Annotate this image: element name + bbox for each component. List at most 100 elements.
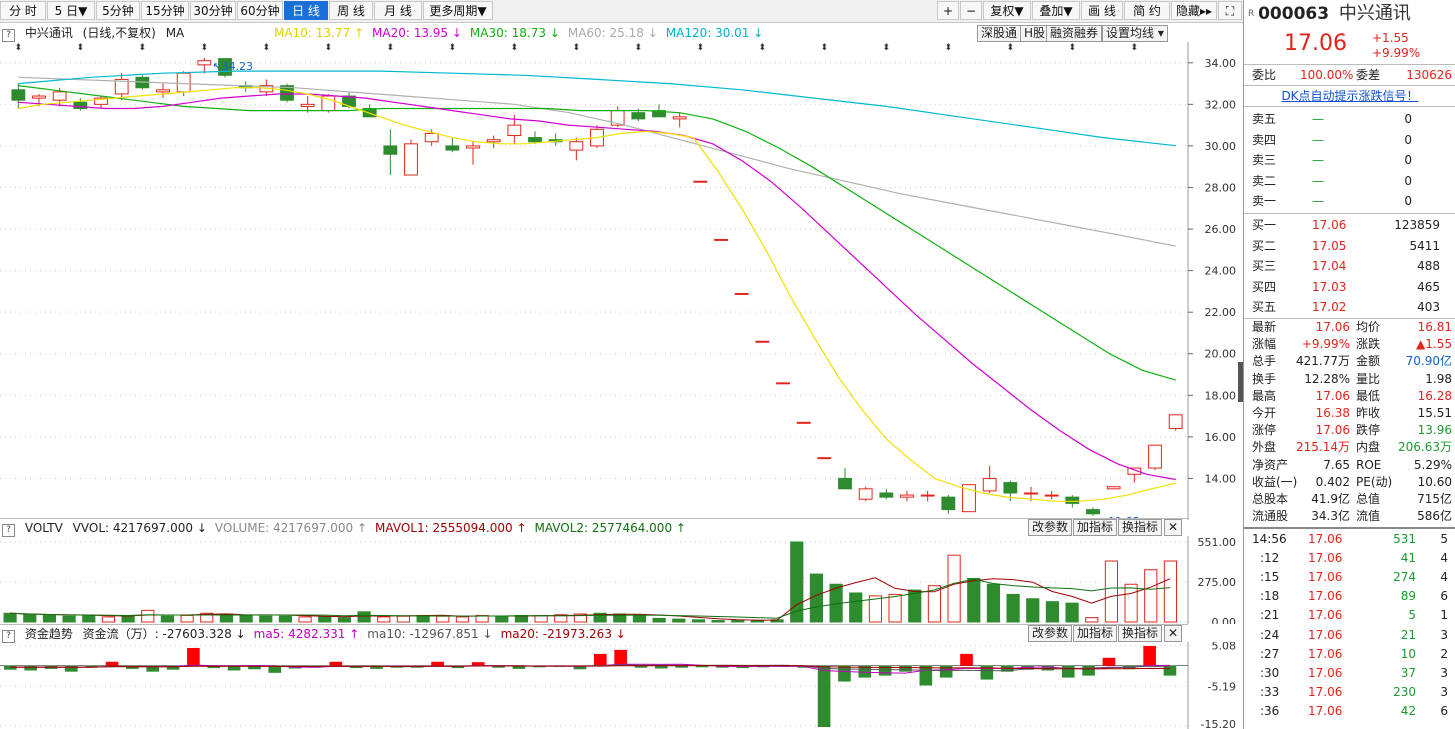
flow-bar (4, 665, 17, 670)
event-marker-icon[interactable]: ⬍ (1069, 43, 1077, 53)
candle (1086, 509, 1100, 515)
event-marker-icon[interactable]: ⬍ (201, 43, 209, 53)
tick-row: :15 17.06 274 4 (1244, 568, 1455, 587)
close-icon[interactable]: ✕ (1164, 519, 1183, 536)
tick-time: :27 (1260, 646, 1280, 661)
edit-params-button[interactable]: 改参数 (1028, 519, 1073, 536)
stat-value: 70.90亿 (1405, 354, 1452, 369)
help-icon[interactable]: ? (2, 29, 15, 42)
signal-link[interactable]: DK点自动提示涨跌信号！ (1244, 87, 1455, 104)
candle (672, 116, 687, 120)
event-marker-icon[interactable]: ⬍ (15, 43, 23, 53)
margin-button[interactable]: 融资融券 (1046, 25, 1103, 42)
event-marker-icon[interactable]: ⬍ (449, 43, 457, 53)
event-marker-icon[interactable]: ⬍ (697, 43, 705, 53)
indicator-value: ma10: -12967.851 ↓ (367, 627, 493, 641)
volume-bar (652, 617, 666, 623)
candle (176, 72, 191, 93)
tick-volume: 10 (1400, 646, 1416, 661)
tick-time: :36 (1260, 703, 1280, 718)
event-marker-icon[interactable]: ⬍ (945, 43, 953, 53)
toolbar-button-1[interactable]: − (960, 1, 982, 20)
stat-label: 总手 (1252, 354, 1277, 369)
indicator-value: MA30: 18.73 ↓ (469, 26, 560, 40)
period-tab-4[interactable]: 30分钟 (190, 1, 236, 20)
volume-bar (259, 615, 273, 623)
event-marker-icon[interactable]: ⬍ (511, 43, 519, 53)
event-marker-icon[interactable]: ⬍ (139, 43, 147, 53)
event-marker-icon[interactable]: ⬍ (77, 43, 85, 53)
period-tab-1[interactable]: 5 日▼ (47, 1, 95, 20)
sell-row: 卖三 — 0 (1244, 150, 1455, 170)
period-tab-6[interactable]: 日 线 (284, 1, 328, 20)
book-price: — (1312, 112, 1324, 126)
toolbar-button-7[interactable]: ⛶ (1218, 1, 1242, 20)
event-marker-icon[interactable]: ⬍ (263, 43, 271, 53)
high-annotation: ↖34.23 (212, 60, 253, 73)
ma-tag[interactable]: MA (166, 26, 185, 40)
event-marker-icon[interactable]: ⬍ (573, 43, 581, 53)
event-marker-icon[interactable]: ⬍ (821, 43, 829, 53)
event-marker-icon[interactable]: ⬍ (387, 43, 395, 53)
event-marker-icon[interactable]: ⬍ (1007, 43, 1015, 53)
flow-bar (431, 661, 444, 666)
flow-bar (919, 665, 933, 686)
candle (1065, 496, 1080, 504)
chart-area[interactable]: 分 时5 日▼ 5分钟 15分钟 30分钟 60分钟日 线周 线月 线更多周期▼ + − 复权… (0, 0, 1243, 729)
book-label: 买三 (1252, 259, 1277, 273)
sgt-button[interactable]: 深股通 (977, 25, 1022, 42)
candle (445, 145, 460, 151)
period-tab-0[interactable]: 分 时 (0, 1, 46, 20)
volume-chart[interactable]: 551.00 275.00 0.00 (0, 536, 1243, 624)
switch-indicator-button[interactable]: 换指标 (1118, 625, 1163, 642)
flow-bar (1102, 657, 1116, 666)
volume-bar (180, 614, 194, 623)
book-price: — (1312, 173, 1324, 188)
ma-settings-button[interactable]: 设置均线 ▾ (1102, 25, 1168, 42)
volume-axis-label: 275.00 (1198, 576, 1237, 589)
hshare-button[interactable]: H股 (1020, 25, 1050, 42)
period-tab-5[interactable]: 60分钟 (237, 1, 283, 20)
switch-indicator-button[interactable]: 换指标 (1118, 519, 1163, 536)
sell-row: 卖二 — 0 (1244, 171, 1455, 191)
volume-bar (121, 615, 135, 623)
toolbar-button-4[interactable]: 画 线 (1081, 1, 1123, 20)
toolbar-button-5[interactable]: 简 约 (1124, 1, 1170, 20)
tick-time: :24 (1260, 627, 1280, 642)
toolbar-button-0[interactable]: + (937, 1, 959, 20)
event-marker-icon[interactable]: ⬍ (883, 43, 891, 53)
book-price: 17.03 (1312, 279, 1347, 294)
period-tab-8[interactable]: 月 线 (374, 1, 422, 20)
event-marker-icon[interactable]: ⬍ (759, 43, 767, 53)
period-tab-7[interactable]: 周 线 (329, 1, 373, 20)
toolbar-button-2[interactable]: 复权▼ (983, 1, 1031, 20)
price-axis-label: 16.00 (1205, 431, 1237, 444)
period-tab-3[interactable]: 15分钟 (141, 1, 189, 20)
weibi-row: 委比 100.00% 委差 130626 (1244, 65, 1455, 85)
flow-bar (24, 665, 37, 671)
toolbar-button-6[interactable]: 隐藏▸▸ (1171, 1, 1217, 20)
period-tab-2[interactable]: 5分钟 (96, 1, 140, 20)
volume-bar (1045, 601, 1060, 623)
price-change-pct: +9.99% (1372, 46, 1421, 60)
period-tab-9[interactable]: 更多周期▼ (423, 1, 493, 20)
stat-value: ▲1.55 (1416, 337, 1452, 352)
add-indicator-button[interactable]: 加指标 (1073, 625, 1118, 642)
event-marker-icon[interactable]: ⬍ (1131, 43, 1139, 53)
volume-bar (298, 616, 312, 623)
quote-panel: R 000063 中兴通讯 17.06 +1.55 +9.99% 委比 100.… (1243, 0, 1455, 729)
tick-row: :24 17.06 21 3 (1244, 626, 1455, 645)
add-indicator-button[interactable]: 加指标 (1073, 519, 1118, 536)
tick-row: 14:56 17.06 531 5 (1244, 530, 1455, 549)
close-icon[interactable]: ✕ (1164, 625, 1183, 642)
stat-value: 715亿 (1417, 492, 1452, 506)
price-chart[interactable]: 34.00 32.00 30.00 28.00 26.00 24.00 22.00 20.00… (0, 42, 1243, 522)
event-marker-icon[interactable]: ⬍ (635, 43, 643, 53)
book-label: 买四 (1252, 279, 1277, 294)
edit-params-button[interactable]: 改参数 (1028, 625, 1073, 642)
toolbar-button-3[interactable]: 叠加▼ (1032, 1, 1080, 20)
stat-value: 0.402 (1315, 474, 1350, 489)
candle (1106, 486, 1121, 490)
fund-flow-chart[interactable]: 5.08 -5.19 -15.20 (0, 642, 1243, 729)
event-marker-icon[interactable]: ⬍ (325, 43, 333, 53)
